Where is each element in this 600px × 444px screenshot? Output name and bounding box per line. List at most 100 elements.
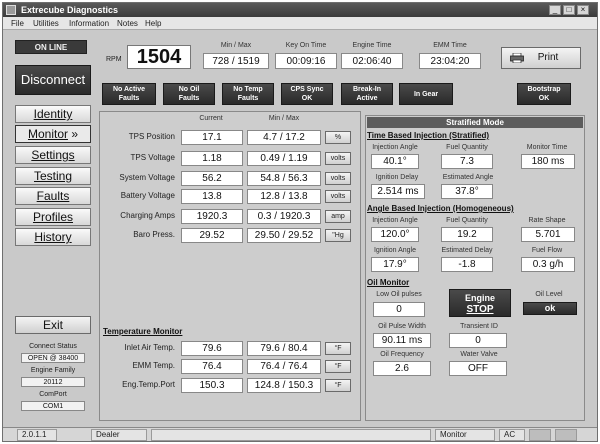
oil-level-value: ok bbox=[523, 302, 577, 315]
status-in-gear[interactable]: In Gear bbox=[399, 83, 453, 105]
baro-press-label: Baro Press. bbox=[133, 230, 175, 239]
battery-voltage-unit[interactable]: volts bbox=[325, 190, 351, 203]
low-oil-pulses-value: 0 bbox=[373, 302, 425, 317]
key-on-time-value: 00:09:16 bbox=[275, 53, 337, 69]
status-cps-sync[interactable]: CPS Sync OK bbox=[281, 83, 333, 105]
disconnect-button[interactable]: Disconnect bbox=[15, 65, 91, 95]
time-based-injection-title: Time Based Injection (Stratified) bbox=[367, 131, 490, 140]
baro-press-current: 29.52 bbox=[181, 228, 243, 243]
baro-press-minmax: 29.50 / 29.52 bbox=[247, 228, 321, 243]
print-label: Print bbox=[537, 52, 559, 63]
engine-family-label: Engine Family bbox=[30, 367, 76, 374]
abi-estimated-delay-label: Estimated Delay bbox=[441, 247, 493, 254]
status-bar: 2.0.1.1 Dealer Monitor AC bbox=[3, 427, 597, 441]
battery-voltage-current: 13.8 bbox=[181, 189, 243, 204]
eng-temp-port-current: 150.3 bbox=[181, 378, 243, 393]
abi-rate-shape-label: Rate Shape bbox=[528, 217, 566, 224]
nav-identity[interactable]: Identity bbox=[15, 105, 91, 123]
nav-faults[interactable]: Faults bbox=[15, 187, 91, 205]
low-oil-pulses-label: Low Oil pulses bbox=[376, 291, 422, 298]
menu-file[interactable]: File bbox=[11, 18, 24, 29]
abi-estimated-delay-value: -1.8 bbox=[441, 257, 493, 272]
emm-temp-current: 76.4 bbox=[181, 359, 243, 374]
tps-voltage-current: 1.18 bbox=[181, 151, 243, 166]
window-title: Extrecube Diagnostics bbox=[21, 5, 119, 15]
abi-injection-angle-value: 120.0° bbox=[371, 227, 419, 242]
menu-help[interactable]: Help bbox=[145, 18, 161, 29]
tbi-estimated-angle-value: 37.8° bbox=[441, 184, 493, 199]
tbi-injection-angle-value: 40.1° bbox=[371, 154, 419, 169]
system-voltage-unit[interactable]: volts bbox=[325, 172, 351, 185]
minmax-label: Min / Max bbox=[220, 42, 252, 49]
nav-settings[interactable]: Settings bbox=[15, 146, 91, 164]
temperature-monitor-title: Temperature Monitor bbox=[103, 327, 183, 336]
title-bar: Extrecube Diagnostics _ □ × bbox=[3, 3, 597, 17]
status-message-cell bbox=[151, 429, 431, 441]
abi-ignition-angle-label: Ignition Angle bbox=[373, 247, 417, 254]
oil-pulse-width-label: Oil Pulse Width bbox=[378, 323, 426, 330]
status-oil-faults[interactable]: No Oil Faults bbox=[163, 83, 215, 105]
tbi-fuel-quantity-label: Fuel Quantity bbox=[446, 144, 488, 151]
emm-time-value: 23:04:20 bbox=[419, 53, 481, 69]
nav-profiles[interactable]: Profiles bbox=[15, 208, 91, 226]
nav-testing[interactable]: Testing bbox=[15, 167, 91, 185]
version-cell: 2.0.1.1 bbox=[17, 429, 57, 441]
emm-temp-label: EMM Temp. bbox=[132, 361, 175, 370]
abi-fuel-flow-label: Fuel Flow bbox=[531, 247, 563, 254]
comport-label: ComPort bbox=[39, 391, 67, 398]
status-bootstrap[interactable]: Bootstrap OK bbox=[517, 83, 571, 105]
maximize-icon[interactable]: □ bbox=[563, 5, 575, 15]
inlet-air-temp-label: Inlet Air Temp. bbox=[124, 343, 175, 352]
minmax-column-header: Min / Max bbox=[268, 115, 300, 122]
charging-amps-unit[interactable]: amp bbox=[325, 210, 351, 223]
menu-information[interactable]: Information bbox=[69, 18, 109, 29]
menu-bar: File Utilities Information Notes Help bbox=[3, 17, 597, 30]
menu-utilities[interactable]: Utilities bbox=[33, 18, 59, 29]
tps-position-unit[interactable]: % bbox=[325, 131, 351, 144]
engine-time-label: Engine Time bbox=[352, 42, 392, 49]
user-level-cell: Dealer bbox=[91, 429, 147, 441]
tps-voltage-unit[interactable]: volts bbox=[325, 152, 351, 165]
tbi-injection-angle-label: Injection Angle bbox=[372, 144, 418, 151]
rpm-minmax-value: 728 / 1519 bbox=[203, 53, 269, 69]
emm-temp-unit[interactable]: °F bbox=[325, 360, 351, 373]
menu-notes[interactable]: Notes bbox=[117, 18, 138, 29]
nav-monitor[interactable]: Monitor » bbox=[15, 125, 91, 143]
connect-status-label: Connect Status bbox=[29, 343, 77, 350]
tps-voltage-minmax: 0.49 / 1.19 bbox=[247, 151, 321, 166]
exit-button[interactable]: Exit bbox=[15, 316, 91, 334]
abi-fuel-quantity-label: Fuel Quantity bbox=[446, 217, 488, 224]
engine-time-value: 02:06:40 bbox=[341, 53, 403, 69]
status-active-faults[interactable]: No Active Faults bbox=[102, 83, 156, 105]
double-chevron-right-icon: » bbox=[71, 127, 79, 141]
abi-rate-shape-value: 5.701 bbox=[521, 227, 575, 242]
app-window: Extrecube Diagnostics _ □ × File Utiliti… bbox=[2, 2, 598, 442]
power-source-cell: AC bbox=[499, 429, 525, 441]
rpm-label: RPM bbox=[106, 56, 122, 63]
charging-amps-current: 1920.3 bbox=[181, 209, 243, 224]
minimize-icon[interactable]: _ bbox=[549, 5, 561, 15]
status-temp-faults[interactable]: No Temp Faults bbox=[222, 83, 274, 105]
inlet-air-temp-unit[interactable]: °F bbox=[325, 342, 351, 355]
connect-status-value: OPEN @ 38400 bbox=[21, 353, 85, 363]
baro-press-unit[interactable]: "Hg bbox=[325, 229, 351, 242]
printer-icon bbox=[510, 53, 524, 63]
tbi-fuel-quantity-value: 7.3 bbox=[441, 154, 493, 169]
eng-temp-port-unit[interactable]: °F bbox=[325, 379, 351, 392]
print-button[interactable]: Print bbox=[501, 47, 581, 69]
transient-id-value: 0 bbox=[449, 333, 507, 348]
comport-value: COM1 bbox=[21, 401, 85, 411]
system-voltage-minmax: 54.8 / 56.3 bbox=[247, 171, 321, 186]
status-break-in[interactable]: Break-In Active bbox=[341, 83, 393, 105]
current-column-header: Current bbox=[199, 115, 223, 122]
key-on-time-label: Key On Time bbox=[285, 42, 327, 49]
oil-level-label: Oil Level bbox=[535, 291, 563, 298]
charging-amps-minmax: 0.3 / 1920.3 bbox=[247, 209, 321, 224]
tbi-monitor-time-value: 180 ms bbox=[521, 154, 575, 169]
angle-based-injection-title: Angle Based Injection (Homogeneous) bbox=[367, 204, 514, 213]
close-icon[interactable]: × bbox=[577, 5, 589, 15]
app-icon bbox=[6, 5, 16, 15]
tps-position-label: TPS Position bbox=[128, 132, 175, 141]
water-valve-value: OFF bbox=[449, 361, 507, 376]
nav-history[interactable]: History bbox=[15, 228, 91, 246]
